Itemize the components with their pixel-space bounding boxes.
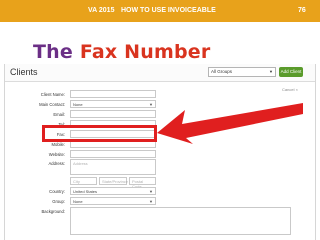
group-filter-value: All Groups [211,69,233,74]
address-textarea[interactable]: Address [70,159,156,175]
state-placeholder: State/Province [102,179,129,184]
main-contact-select[interactable]: None ▼ [70,100,156,108]
panel-title: Clients [10,67,38,77]
email-input[interactable] [70,110,156,118]
address-placeholder: Address [73,161,88,166]
main-contact-label: Main Contact: [39,102,65,107]
country-value: United States [73,189,98,194]
city-placeholder: City [73,179,80,184]
background-label: Background: [41,209,65,214]
group-label: Group: [52,199,65,204]
client-name-input[interactable] [70,90,156,98]
cancel-link[interactable]: Cancel × [282,87,298,92]
red-arrow-icon [157,103,303,144]
country-label: Country: [49,189,65,194]
chevron-down-icon: ▼ [149,199,153,204]
email-label: Email: [53,112,65,117]
slide-header-bar: VA 2015 HOW TO USE INVOICEABLE 76 [0,0,320,22]
chevron-down-icon: ▼ [149,189,153,194]
fax-highlight-box [42,125,157,142]
country-select[interactable]: United States ▼ [70,187,156,195]
slide-title: The Fax Number [33,41,210,63]
chevron-down-icon: ▼ [269,69,273,74]
slide-title-rest: Fax Number [79,41,211,63]
client-name-label: Client Name: [40,92,65,97]
header-title: HOW TO USE INVOICEABLE [121,7,216,14]
add-client-button[interactable]: Add Client [279,67,303,77]
group-select[interactable]: None ▼ [70,197,156,205]
group-filter-select[interactable]: All Groups ▼ [208,67,276,77]
chevron-down-icon: ▼ [149,102,153,107]
main-contact-value: None [73,102,83,107]
page-number: 76 [298,7,306,14]
city-input[interactable]: City [70,177,97,185]
address-label: Address: [48,161,65,166]
state-input[interactable]: State/Province [99,177,129,185]
website-label: Website: [48,152,65,157]
background-textarea[interactable] [70,207,291,235]
mobile-label: Mobile: [51,142,66,147]
app-screenshot: Clients All Groups ▼ Add Client Cancel ×… [4,64,316,240]
clients-panel-header: Clients All Groups ▼ Add Client [5,64,315,82]
website-input[interactable] [70,150,156,158]
postal-code-input[interactable]: Postal Code [129,177,156,189]
group-value: None [73,199,83,204]
slide-title-the: The [33,41,73,63]
header-left-text: VA 2015 [88,7,115,14]
